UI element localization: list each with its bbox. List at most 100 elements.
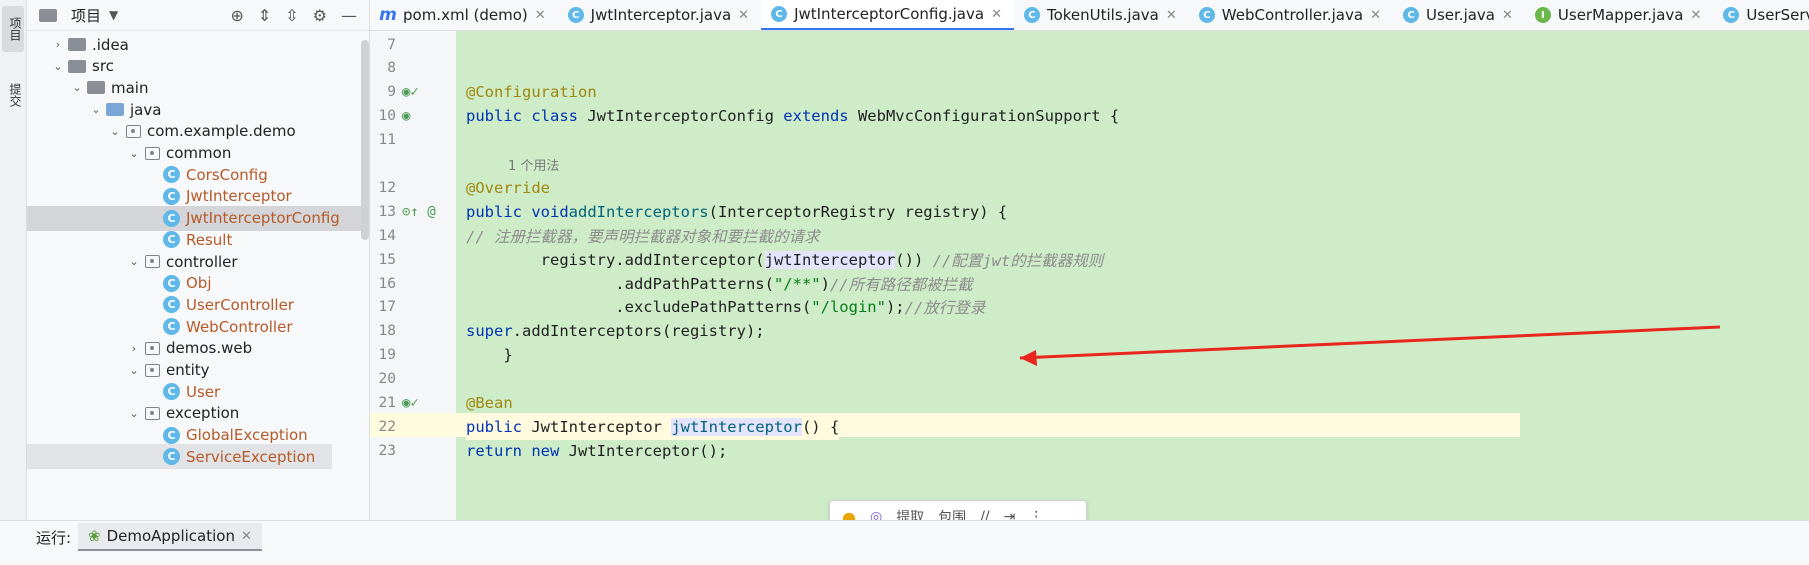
code-line: 23 return new JwtInterceptor(); bbox=[370, 437, 1809, 464]
chevron-down-icon[interactable]: ⌄ bbox=[126, 147, 142, 160]
line-number: 19 bbox=[378, 347, 396, 364]
close-icon[interactable]: ✕ bbox=[1691, 8, 1702, 23]
line-number: 7 bbox=[387, 36, 396, 53]
run-tool-window: 运行: ❀ DemoApplication ✕ bbox=[0, 520, 1809, 565]
class-icon: C bbox=[163, 274, 180, 292]
tool-window-strip: 项目 提交 bbox=[0, 0, 27, 520]
editor-tab[interactable]: m pom.xml (demo) ✕ bbox=[370, 0, 558, 30]
chevron-down-icon[interactable]: ⌄ bbox=[126, 255, 142, 268]
line-number: 21 bbox=[378, 395, 396, 411]
line-number: 11 bbox=[378, 132, 396, 149]
close-icon[interactable]: ✕ bbox=[535, 8, 546, 23]
editor-tab[interactable]: I UserMapper.java ✕ bbox=[1525, 0, 1714, 30]
close-icon[interactable]: ✕ bbox=[991, 7, 1002, 22]
package-icon bbox=[145, 255, 160, 268]
project-tool-tab[interactable]: 项目 bbox=[2, 6, 24, 52]
expand-all-icon[interactable]: ⇕ bbox=[258, 6, 271, 25]
tree-item-label: Result bbox=[186, 230, 233, 249]
close-icon[interactable]: ✕ bbox=[1502, 8, 1513, 23]
gutter-marker-icon[interactable]: ◉ bbox=[402, 108, 410, 124]
chevron-down-icon[interactable]: ⌄ bbox=[88, 103, 104, 116]
tree-item-label: CorsConfig bbox=[186, 165, 268, 184]
close-icon[interactable]: ✕ bbox=[241, 529, 252, 544]
gear-icon[interactable]: ⚙ bbox=[313, 6, 327, 25]
line-number: 13 bbox=[378, 203, 396, 220]
line-number: 12 bbox=[378, 179, 396, 196]
folder-icon bbox=[87, 81, 105, 95]
tree-item-label: demos.web bbox=[166, 339, 253, 358]
tab-label: pom.xml (demo) bbox=[403, 6, 528, 24]
maven-icon: m bbox=[379, 5, 397, 25]
line-number: 22 bbox=[378, 418, 396, 435]
gutter-marker-icon[interactable]: ◉✓ bbox=[402, 84, 419, 100]
line-number: 8 bbox=[387, 60, 396, 77]
close-icon[interactable]: ✕ bbox=[1370, 8, 1381, 23]
line-number: 9 bbox=[387, 84, 396, 101]
source-folder-icon bbox=[106, 103, 124, 117]
interface-icon: I bbox=[1534, 7, 1551, 23]
class-icon: C bbox=[163, 166, 180, 184]
class-icon: C bbox=[163, 187, 180, 205]
close-icon[interactable]: ✕ bbox=[1166, 8, 1177, 23]
chevron-down-icon[interactable]: ⌄ bbox=[50, 60, 66, 73]
tree-item-label: WebController bbox=[186, 317, 293, 336]
locate-icon[interactable]: ⊕ bbox=[230, 6, 243, 25]
editor-tab[interactable]: C UserServ bbox=[1713, 0, 1809, 30]
chevron-down-icon[interactable]: ▼ bbox=[109, 8, 118, 22]
folder-icon bbox=[39, 8, 57, 22]
chevron-down-icon[interactable]: ⌄ bbox=[107, 125, 123, 138]
editor-tabs: m pom.xml (demo) ✕ C JwtInterceptor.java ✕ C Jw… bbox=[370, 0, 1809, 31]
package-icon bbox=[145, 406, 160, 420]
tree-item-label: JwtInterceptor bbox=[186, 187, 292, 206]
tab-label: JwtInterceptor.java bbox=[590, 6, 732, 24]
tab-label: User.java bbox=[1425, 6, 1495, 24]
tree-item-label: java bbox=[130, 100, 162, 119]
class-icon: C bbox=[163, 426, 180, 444]
code-editor[interactable]: 7 8 9 ◉✓ @Configuration 10 ◉ public class JwtIn… bbox=[370, 31, 1809, 520]
tree-item-label: .idea bbox=[92, 35, 129, 54]
commit-tool-tab[interactable]: 提交 bbox=[2, 70, 24, 120]
tree-item-label: main bbox=[111, 78, 149, 97]
line-number: 18 bbox=[378, 323, 396, 340]
package-icon bbox=[126, 124, 141, 138]
class-icon: C bbox=[163, 209, 180, 227]
chevron-down-icon[interactable]: ⌄ bbox=[126, 407, 142, 420]
usage-hint[interactable]: 1 个用法 bbox=[508, 155, 559, 174]
line-number: 16 bbox=[378, 275, 396, 292]
tree-scrollbar[interactable] bbox=[361, 40, 369, 240]
close-icon[interactable]: ✕ bbox=[738, 8, 749, 23]
class-icon: C bbox=[771, 6, 788, 22]
class-icon: C bbox=[163, 383, 180, 401]
tab-label: TokenUtils.java bbox=[1046, 6, 1159, 24]
hide-icon[interactable]: — bbox=[341, 6, 357, 25]
folder-icon bbox=[68, 59, 86, 73]
gutter-marker-icon[interactable]: ◉✓ bbox=[402, 395, 419, 411]
code-text: return new JwtInterceptor(); bbox=[466, 441, 728, 460]
line-number: 10 bbox=[378, 108, 396, 125]
chevron-down-icon[interactable]: ⌄ bbox=[69, 81, 85, 94]
tree-item-label: ServiceException bbox=[186, 447, 316, 466]
class-icon: C bbox=[163, 318, 180, 336]
editor-tab[interactable]: C JwtInterceptor.java ✕ bbox=[558, 0, 761, 30]
package-icon bbox=[145, 363, 160, 377]
editor-tab[interactable]: C User.java ✕ bbox=[1393, 0, 1525, 30]
collapse-all-icon[interactable]: ⇳ bbox=[285, 6, 298, 25]
class-icon: C bbox=[1023, 7, 1040, 23]
tree-item-label: common bbox=[166, 144, 232, 162]
editor-tab[interactable]: C JwtInterceptorConfig.java ✕ bbox=[761, 0, 1014, 30]
tree-item-label: entity bbox=[166, 361, 210, 379]
project-panel-title[interactable]: 项目 bbox=[71, 5, 101, 26]
tree-item[interactable]: C ServiceException bbox=[27, 444, 332, 470]
tree-item-label: src bbox=[92, 57, 114, 76]
class-icon: C bbox=[567, 7, 584, 23]
tree-item-label: controller bbox=[166, 252, 238, 271]
chevron-right-icon[interactable]: › bbox=[126, 342, 142, 355]
run-tab-demo-application[interactable]: ❀ DemoApplication ✕ bbox=[78, 523, 262, 551]
gutter-marker-icon[interactable]: ⊙↑ @ bbox=[402, 204, 436, 220]
chevron-down-icon[interactable]: ⌄ bbox=[126, 364, 142, 377]
chevron-right-icon[interactable]: › bbox=[50, 38, 66, 51]
project-panel: 项目 ▼ ⊕ ⇕ ⇳ ⚙ — › .idea ⌄ src ⌄ main ⌄ java ⌄ com.… bbox=[27, 0, 370, 520]
editor-tab[interactable]: C WebController.java ✕ bbox=[1189, 0, 1393, 30]
editor-tab[interactable]: C TokenUtils.java ✕ bbox=[1014, 0, 1189, 30]
class-icon: C bbox=[163, 448, 180, 466]
